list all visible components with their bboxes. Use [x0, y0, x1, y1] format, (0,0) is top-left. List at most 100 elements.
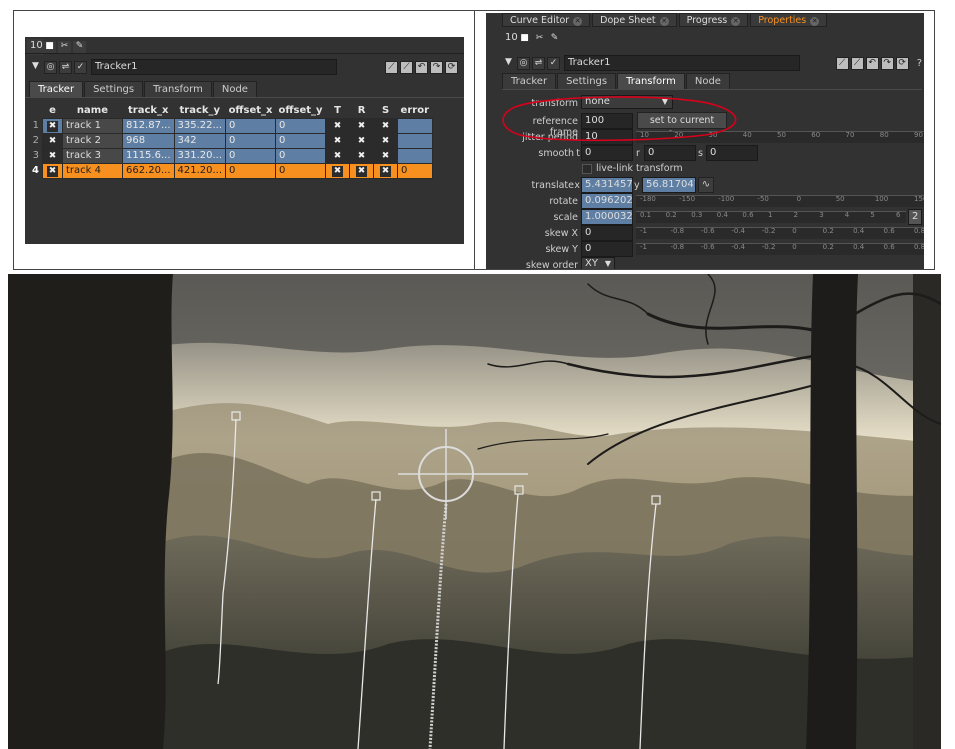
tab-settings[interactable]: Settings	[557, 73, 617, 89]
restore-defaults-icon[interactable]: ⟋	[835, 56, 849, 70]
tab-node[interactable]: Node	[212, 81, 257, 97]
redo-icon[interactable]: ↷	[880, 56, 894, 70]
tab-tracker[interactable]: Tracker	[29, 81, 84, 97]
smooth-r-field[interactable]: 0	[644, 145, 696, 161]
r-checkbox[interactable]: ✖	[349, 147, 375, 164]
r-checkbox[interactable]: ✖	[349, 162, 375, 179]
smooth-t-field[interactable]: 0	[581, 145, 633, 161]
tab-node[interactable]: Node	[685, 73, 730, 89]
translate-x-field[interactable]: 5.43145752	[581, 177, 633, 193]
float-icon[interactable]: ⟳	[895, 56, 909, 70]
track-name[interactable]: track 3	[61, 147, 123, 164]
offset-y[interactable]: 0	[275, 132, 327, 149]
enable-checkbox[interactable]: ✖	[41, 147, 63, 164]
track-x[interactable]: 968	[121, 132, 175, 149]
offset-x[interactable]: 0	[225, 162, 277, 179]
translate-y-field[interactable]: 56.8170471	[642, 177, 696, 193]
restore-defaults-icon[interactable]: ⟋	[385, 60, 398, 74]
track-y[interactable]: 421.20...	[173, 162, 227, 179]
track-x[interactable]: 812.87...	[121, 117, 175, 134]
track-x[interactable]: 662.20...	[121, 162, 175, 179]
wrench-icon[interactable]: ✓	[74, 60, 87, 74]
table-row[interactable]: 1 ✖ track 1 812.87... 335.22... 0 0 ✖ ✖ …	[29, 117, 433, 134]
help-icon[interactable]: ?	[917, 58, 922, 69]
curve-editor-icon[interactable]: ∿	[698, 177, 714, 193]
redo-icon[interactable]: ↷	[430, 60, 443, 74]
pencil-icon[interactable]: ✎	[73, 40, 86, 54]
s-checkbox[interactable]: ✖	[373, 162, 399, 179]
jitter-period-slider[interactable]: 10 20 30 40 50 60 70 80 90	[636, 131, 924, 143]
presets-icon[interactable]: ⟋	[850, 56, 864, 70]
node-icon[interactable]: ⇌	[532, 56, 545, 70]
undo-icon[interactable]: ↶	[415, 60, 428, 74]
rotate-slider[interactable]: -180 -150 -100 -50 0 50 100 150	[636, 195, 924, 207]
live-link-checkbox[interactable]	[582, 164, 592, 174]
r-checkbox[interactable]: ✖	[349, 117, 375, 134]
lock-icon[interactable]: ■	[43, 40, 56, 54]
track-x[interactable]: 1115.6...	[121, 147, 175, 164]
float-icon[interactable]: ⟳	[445, 60, 458, 74]
pane-tab-progress[interactable]: Progress ✕	[678, 13, 749, 27]
scale-channel-count[interactable]: 2	[908, 209, 922, 225]
offset-x[interactable]: 0	[225, 132, 277, 149]
reference-frame-field[interactable]: 100	[581, 113, 633, 129]
track-name[interactable]: track 2	[61, 132, 123, 149]
s-checkbox[interactable]: ✖	[373, 132, 399, 149]
enable-checkbox[interactable]: ✖	[41, 117, 63, 134]
tab-tracker[interactable]: Tracker	[502, 73, 557, 89]
skew-x-slider[interactable]: -1 -0.8 -0.6 -0.4 -0.2 0 0.2 0.4 0.6 0.8	[636, 227, 924, 239]
viewer-toggle-icon[interactable]: ◎	[44, 60, 57, 74]
tab-transform[interactable]: Transform	[617, 73, 685, 89]
skew-x-field[interactable]: 0	[581, 225, 633, 241]
track-name[interactable]: track 1	[61, 117, 123, 134]
track-name[interactable]: track 4	[61, 162, 123, 179]
s-checkbox[interactable]: ✖	[373, 147, 399, 164]
wrench-icon[interactable]: ✓	[547, 56, 560, 70]
cut-icon[interactable]: ✂	[533, 32, 546, 46]
tab-transform[interactable]: Transform	[144, 81, 212, 97]
offset-y[interactable]: 0	[275, 162, 327, 179]
pane-tab-dope-sheet[interactable]: Dope Sheet ✕	[592, 13, 677, 27]
t-checkbox[interactable]: ✖	[325, 162, 351, 179]
pane-tab-properties[interactable]: Properties ✕	[750, 13, 828, 27]
collapse-icon[interactable]: ▼	[29, 60, 42, 74]
enable-checkbox[interactable]: ✖	[41, 162, 63, 179]
presets-icon[interactable]: ⟋	[400, 60, 413, 74]
node-icon[interactable]: ⇌	[59, 60, 72, 74]
pencil-icon[interactable]: ✎	[548, 32, 561, 46]
lock-icon[interactable]: ■	[518, 32, 531, 46]
scale-field[interactable]: 1.00003294	[581, 209, 633, 225]
cut-icon[interactable]: ✂	[58, 40, 71, 54]
track-y[interactable]: 342	[173, 132, 227, 149]
viewer-toggle-icon[interactable]: ◎	[517, 56, 530, 70]
set-to-current-frame-button[interactable]: set to current frame	[637, 112, 727, 141]
table-row[interactable]: 3 ✖ track 3 1115.6... 331.20... 0 0 ✖ ✖ …	[29, 147, 433, 164]
node-name-field[interactable]: Tracker1	[91, 59, 337, 75]
s-checkbox[interactable]: ✖	[373, 117, 399, 134]
smooth-s-field[interactable]: 0	[706, 145, 758, 161]
offset-y[interactable]: 0	[275, 147, 327, 164]
jitter-period-field[interactable]: 10	[581, 129, 633, 145]
offset-y[interactable]: 0	[275, 117, 327, 134]
skew-order-dropdown[interactable]: XY ▼	[581, 257, 615, 269]
transform-dropdown[interactable]: none ▼	[581, 95, 673, 109]
offset-x[interactable]: 0	[225, 117, 277, 134]
skew-y-slider[interactable]: -1 -0.8 -0.6 -0.4 -0.2 0 0.2 0.4 0.6 0.8	[636, 243, 924, 255]
collapse-icon[interactable]: ▼	[502, 56, 515, 70]
scale-slider[interactable]: 0.1 0.2 0.3 0.4 0.6 1 2 3 4 5 6	[636, 211, 906, 223]
pane-tab-curve-editor[interactable]: Curve Editor ✕	[502, 13, 591, 27]
table-row[interactable]: 2 ✖ track 2 968 342 0 0 ✖ ✖ ✖	[29, 132, 433, 149]
r-checkbox[interactable]: ✖	[349, 132, 375, 149]
offset-x[interactable]: 0	[225, 147, 277, 164]
undo-icon[interactable]: ↶	[865, 56, 879, 70]
t-checkbox[interactable]: ✖	[325, 132, 351, 149]
table-row-selected[interactable]: 4 ✖ track 4 662.20... 421.20... 0 0 ✖ ✖ …	[29, 162, 433, 179]
rotate-field[interactable]: 0.09620216	[581, 193, 633, 209]
t-checkbox[interactable]: ✖	[325, 147, 351, 164]
t-checkbox[interactable]: ✖	[325, 117, 351, 134]
node-name-field[interactable]: Tracker1	[564, 55, 800, 71]
enable-checkbox[interactable]: ✖	[41, 132, 63, 149]
tab-settings[interactable]: Settings	[84, 81, 144, 97]
skew-y-field[interactable]: 0	[581, 241, 633, 257]
track-y[interactable]: 335.22...	[173, 117, 227, 134]
